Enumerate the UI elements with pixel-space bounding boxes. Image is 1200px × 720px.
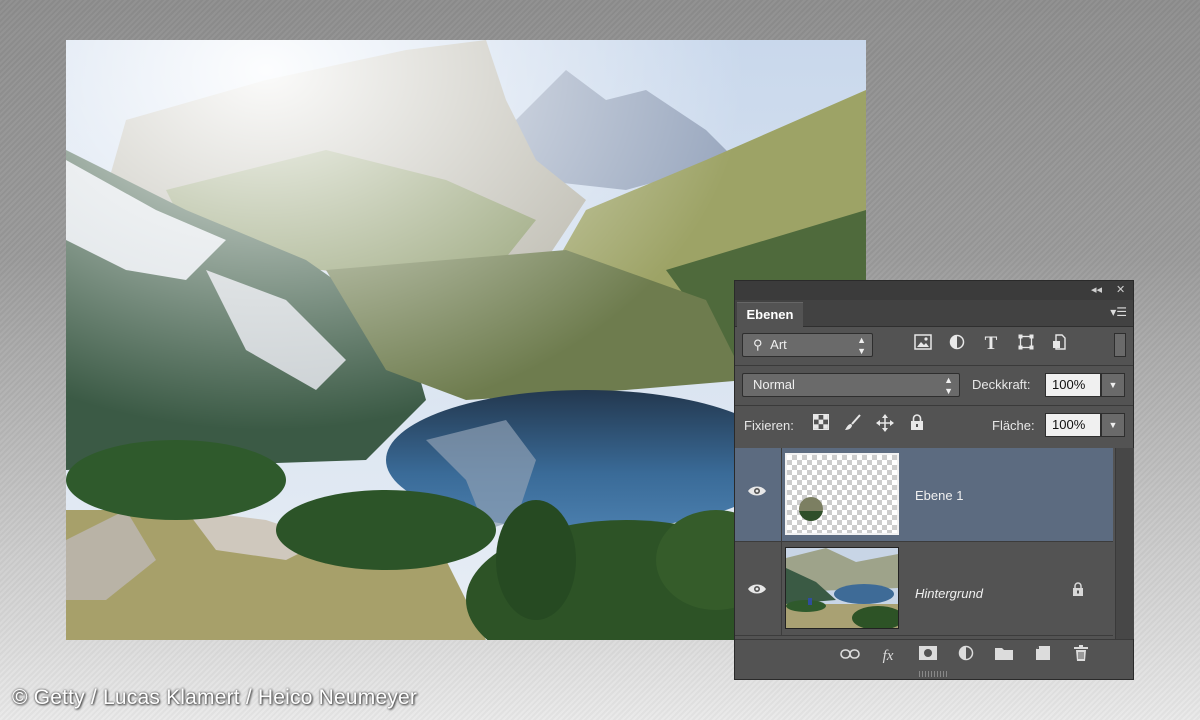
new-group-folder-icon[interactable] bbox=[992, 645, 1016, 667]
layer-row-hintergrund[interactable]: Hintergrund bbox=[735, 542, 1113, 636]
filter-kind-dropdown[interactable]: ⚲ Art ▲ ▼ bbox=[742, 333, 873, 357]
lock-label: Fixieren: bbox=[744, 418, 794, 433]
layer-name[interactable]: Ebene 1 bbox=[915, 488, 963, 503]
panel-tab-bar: Ebenen ▾☰ bbox=[735, 300, 1133, 327]
layers-scrollbar[interactable] bbox=[1115, 448, 1134, 639]
lock-all-icon[interactable] bbox=[906, 414, 928, 436]
fill-slider-button[interactable]: ▼ bbox=[1101, 413, 1125, 437]
lock-image-pixels-brush-icon[interactable] bbox=[842, 414, 864, 436]
panel-menu-icon[interactable]: ▾☰ bbox=[1110, 305, 1127, 319]
layer-row-ebene-1[interactable]: Ebene 1 bbox=[735, 448, 1113, 542]
fill-label: Fläche: bbox=[992, 418, 1035, 433]
lock-position-move-icon[interactable] bbox=[874, 414, 896, 436]
divider bbox=[781, 542, 782, 635]
opacity-label: Deckkraft: bbox=[972, 377, 1031, 392]
layer-thumbnail-transparent bbox=[785, 453, 899, 535]
panel-bottom-bar: fx bbox=[735, 639, 1133, 672]
layers-list: Ebene 1 Hintergrund bbox=[735, 448, 1115, 639]
divider bbox=[781, 448, 782, 541]
layer-style-fx-icon[interactable]: fx bbox=[876, 645, 900, 667]
search-icon: ⚲ bbox=[753, 337, 763, 352]
visibility-eye-icon[interactable] bbox=[747, 484, 769, 506]
updown-arrows-icon: ▲ ▼ bbox=[944, 375, 953, 396]
layer-thumbnail-landscape bbox=[785, 547, 899, 629]
collapse-panel-icon[interactable]: ◂◂ bbox=[1091, 283, 1102, 296]
add-mask-icon[interactable] bbox=[916, 645, 940, 667]
link-layers-icon[interactable] bbox=[838, 645, 862, 667]
layers-panel: ◂◂ ✕ Ebenen ▾☰ ⚲ Art ▲ ▼ T Normal ▲ ▼ Deck… bbox=[734, 280, 1134, 680]
visibility-eye-icon[interactable] bbox=[747, 582, 769, 604]
layer-name[interactable]: Hintergrund bbox=[915, 586, 983, 601]
fill-input[interactable]: 100% bbox=[1045, 413, 1101, 437]
photo-credit: © Getty / Lucas Klamert / Heico Neumeyer bbox=[12, 686, 418, 709]
panel-resize-grip[interactable] bbox=[919, 671, 949, 677]
image-filter-icon[interactable] bbox=[912, 334, 934, 356]
delete-layer-trash-icon[interactable] bbox=[1069, 645, 1093, 667]
tab-layers[interactable]: Ebenen bbox=[737, 302, 803, 327]
opacity-slider-button[interactable]: ▼ bbox=[1101, 373, 1125, 397]
opacity-input[interactable]: 100% bbox=[1045, 373, 1101, 397]
new-layer-icon[interactable] bbox=[1031, 645, 1055, 667]
new-adjustment-layer-icon[interactable] bbox=[955, 645, 979, 667]
updown-arrows-icon: ▲ ▼ bbox=[857, 335, 866, 356]
layer-locked-icon bbox=[1072, 582, 1084, 600]
lock-transparent-pixels-icon[interactable] bbox=[810, 414, 832, 436]
blend-mode-value: Normal bbox=[753, 377, 795, 392]
panel-title-bar: ◂◂ ✕ bbox=[735, 281, 1133, 300]
filter-toggle-switch[interactable] bbox=[1114, 333, 1126, 357]
smart-object-filter-icon[interactable] bbox=[1049, 334, 1071, 356]
filter-kind-label: Art bbox=[770, 337, 787, 352]
close-panel-icon[interactable]: ✕ bbox=[1116, 283, 1125, 296]
blend-mode-dropdown[interactable]: Normal ▲ ▼ bbox=[742, 373, 960, 397]
adjustment-filter-icon[interactable] bbox=[946, 334, 968, 356]
shape-filter-icon[interactable] bbox=[1015, 334, 1037, 356]
divider bbox=[735, 365, 1133, 366]
divider bbox=[735, 405, 1133, 406]
type-filter-icon[interactable]: T bbox=[980, 333, 1002, 355]
